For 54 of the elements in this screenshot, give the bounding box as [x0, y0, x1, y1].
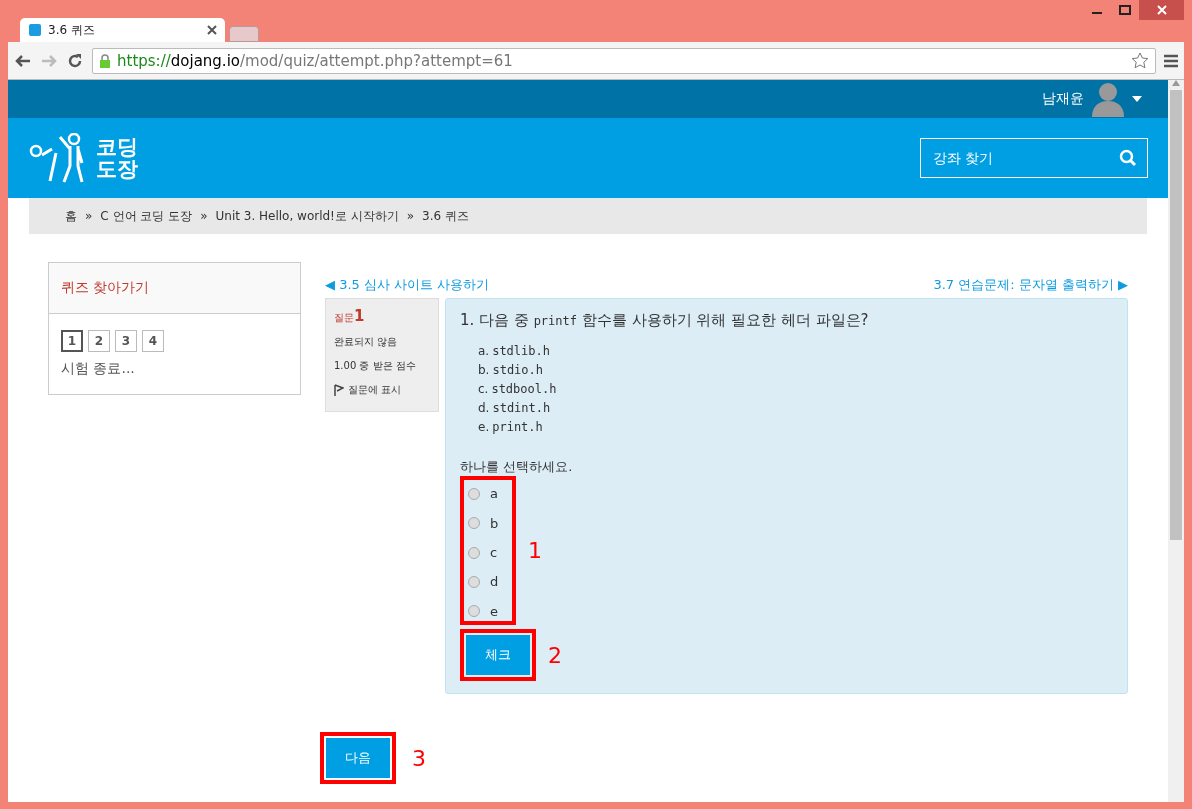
breadcrumb-link[interactable]: Unit 3. Hello, world!로 시작하기 — [215, 207, 399, 225]
question-number: 질문1 — [334, 307, 366, 325]
answer-option: e. print.h — [478, 420, 1113, 434]
scrollbar[interactable] — [1168, 80, 1184, 802]
page-button[interactable]: 4 — [142, 330, 164, 352]
menu-icon[interactable] — [1164, 53, 1178, 68]
avatar-icon[interactable] — [1090, 81, 1126, 117]
answer-option: c. stdbool.h — [478, 382, 1113, 396]
breadcrumb-separator: » — [406, 209, 415, 223]
search-icon[interactable] — [1119, 149, 1137, 167]
breadcrumb-link[interactable]: C 언어 코딩 도장 — [100, 207, 193, 225]
user-name[interactable]: 남재윤 — [1042, 90, 1084, 108]
finish-link[interactable]: 시험 종료... — [61, 360, 288, 378]
page-button[interactable]: 2 — [88, 330, 110, 352]
tab-title: 3.6 퀴즈 — [48, 21, 96, 39]
annotation-number: 2 — [548, 642, 562, 668]
panel-title: 퀴즈 찾아가기 — [49, 263, 300, 314]
prompt-text: 하나를 선택하세요. — [460, 458, 574, 476]
close-icon — [1156, 5, 1167, 15]
address-bar[interactable]: https://dojang.io/mod/quiz/attempt.php?attempt=61 — [92, 47, 1156, 74]
close-button[interactable] — [1139, 0, 1184, 20]
breadcrumb-link[interactable]: 홈 — [65, 207, 77, 225]
page-button[interactable]: 3 — [115, 330, 137, 352]
url-text: https://dojang.io/mod/quiz/attempt.php?attempt=61 — [117, 51, 514, 70]
maximize-icon[interactable] — [1119, 5, 1131, 15]
site-favicon-icon — [28, 23, 42, 37]
answer-option: d. stdint.h — [478, 401, 1113, 415]
browser-tab[interactable]: 3.6 퀴즈 — [20, 18, 225, 42]
breadcrumb-link[interactable]: 3.6 퀴즈 — [422, 207, 469, 225]
radio-option[interactable]: e — [468, 601, 512, 621]
lock-icon — [99, 53, 111, 68]
radio-option[interactable]: d — [468, 572, 512, 592]
question-text: 1. 다음 중 printf 함수를 사용하기 위해 필요한 헤더 파일은? — [460, 311, 870, 330]
radio-option[interactable]: b — [468, 513, 512, 533]
search-field[interactable]: 강좌 찾기 — [920, 138, 1148, 178]
radio-option[interactable]: a — [468, 484, 512, 504]
score-text: 1.00 중 받은 점수 — [334, 359, 417, 373]
reload-icon[interactable] — [66, 51, 84, 70]
answer-option: a. stdlib.h — [478, 344, 1113, 358]
flag-icon[interactable] — [334, 384, 344, 396]
annotation-number: 1 — [528, 538, 542, 563]
answer-option: b. stdio.h — [478, 363, 1113, 377]
scrollbar-thumb[interactable] — [1170, 90, 1182, 540]
breadcrumb-separator: » — [85, 209, 93, 223]
close-icon[interactable] — [207, 25, 217, 35]
caret-icon[interactable] — [1132, 96, 1142, 102]
star-icon[interactable] — [1131, 51, 1149, 70]
search-input[interactable]: 강좌 찾기 — [931, 149, 1101, 167]
flag-link[interactable]: 질문에 표시 — [348, 383, 402, 397]
annotation-number: 3 — [412, 745, 426, 771]
breadcrumb-separator: » — [200, 209, 208, 223]
page-button[interactable]: 1 — [61, 330, 83, 352]
radio-option[interactable]: c — [468, 542, 512, 563]
status-text: 완료되지 않음 — [334, 335, 399, 349]
